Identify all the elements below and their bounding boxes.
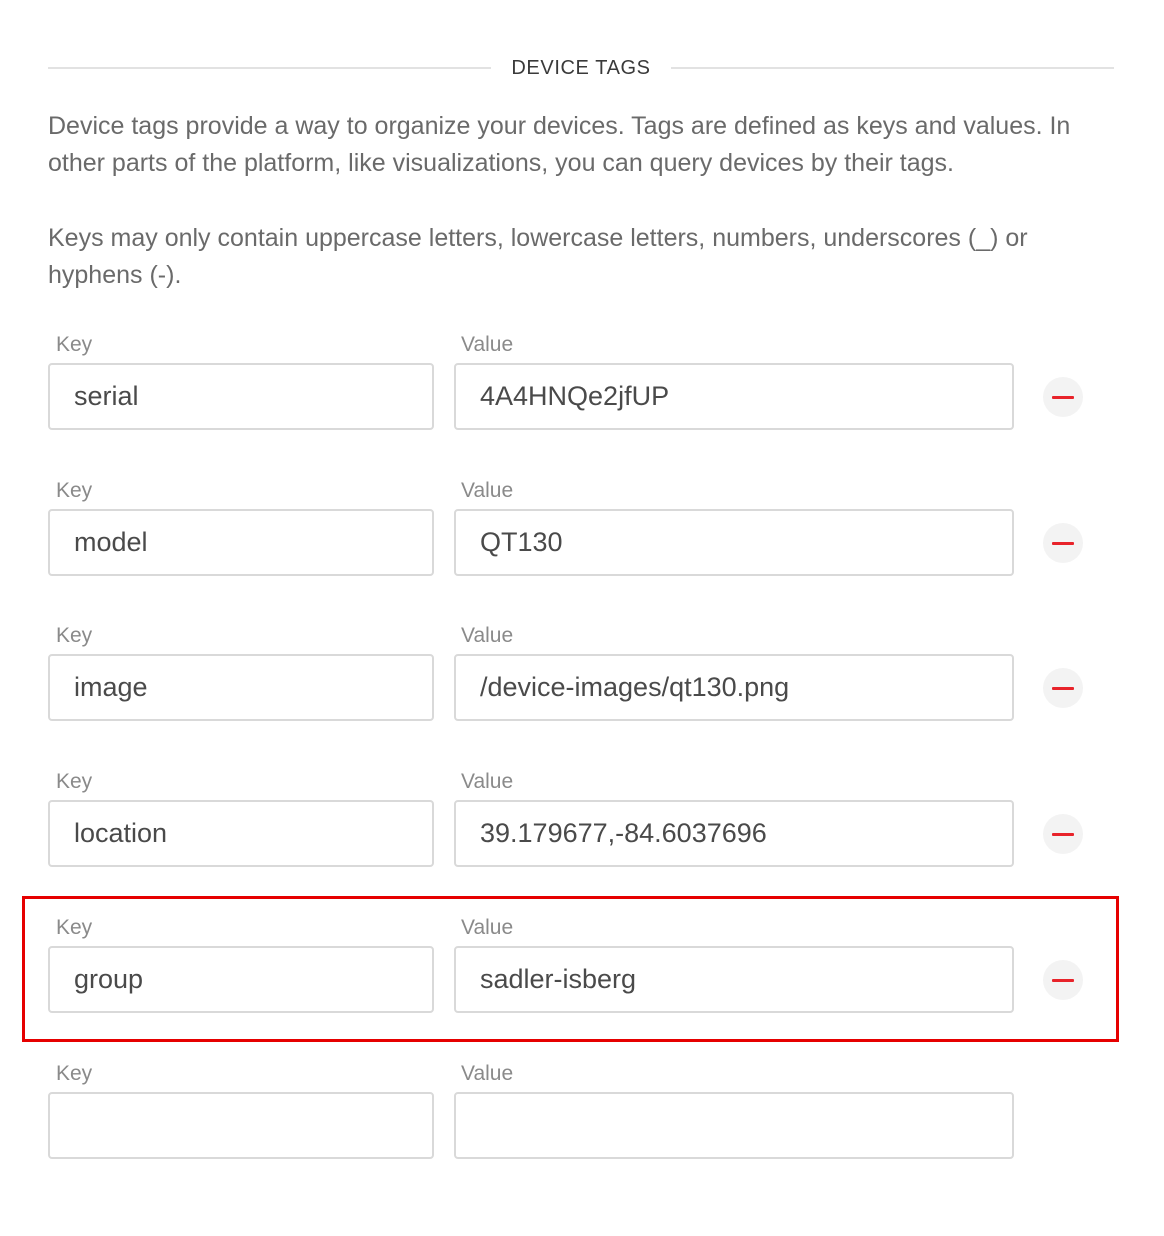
- minus-circle-icon: [1052, 832, 1074, 836]
- tag-row: Key Value: [48, 333, 1114, 453]
- minus-circle-icon: [1052, 541, 1074, 545]
- tag-key-input[interactable]: [48, 363, 434, 430]
- key-label: Key: [56, 624, 93, 647]
- tag-value-input[interactable]: [454, 946, 1014, 1013]
- tag-row: Key Value: [48, 770, 1114, 890]
- key-label: Key: [56, 770, 93, 793]
- tag-value-input[interactable]: [454, 800, 1014, 867]
- tag-key-input[interactable]: [48, 654, 434, 721]
- remove-tag-button[interactable]: [1043, 814, 1083, 854]
- tag-key-input[interactable]: [48, 509, 434, 576]
- remove-tag-button[interactable]: [1043, 377, 1083, 417]
- remove-tag-button[interactable]: [1043, 960, 1083, 1000]
- key-label: Key: [56, 916, 93, 939]
- value-label: Value: [461, 624, 514, 647]
- divider-left: [48, 67, 492, 69]
- value-label: Value: [461, 916, 514, 939]
- value-label: Value: [461, 479, 514, 502]
- section-header: DEVICE TAGS: [48, 52, 1115, 84]
- minus-circle-icon: [1052, 978, 1074, 982]
- remove-tag-button[interactable]: [1043, 668, 1083, 708]
- new-tag-key-input[interactable]: [48, 1092, 434, 1159]
- section-title: DEVICE TAGS: [511, 56, 651, 79]
- value-label: Value: [461, 1062, 514, 1085]
- minus-circle-icon: [1052, 686, 1074, 690]
- new-tag-value-input[interactable]: [454, 1092, 1014, 1159]
- tag-key-input[interactable]: [48, 800, 434, 867]
- device-tags-page: DEVICE TAGS Device tags provide a way to…: [0, 0, 1164, 1236]
- tag-row: Key Value: [48, 479, 1114, 599]
- tag-key-input[interactable]: [48, 946, 434, 1013]
- tag-value-input[interactable]: [454, 363, 1014, 430]
- tag-row-highlighted: Key Value: [48, 916, 1114, 1036]
- value-label: Value: [461, 333, 514, 356]
- key-label: Key: [56, 333, 93, 356]
- value-label: Value: [461, 770, 514, 793]
- minus-circle-icon: [1052, 395, 1074, 399]
- description-paragraph: Device tags provide a way to organize yo…: [48, 112, 1071, 177]
- new-tag-row: Key Value: [48, 1062, 1114, 1182]
- key-label: Key: [56, 479, 93, 502]
- divider-right: [670, 67, 1115, 69]
- key-rules-paragraph: Keys may only contain uppercase letters,…: [48, 224, 1028, 289]
- tag-value-input[interactable]: [454, 654, 1014, 721]
- tag-value-input[interactable]: [454, 509, 1014, 576]
- key-label: Key: [56, 1062, 93, 1085]
- remove-tag-button[interactable]: [1043, 523, 1083, 563]
- tag-row: Key Value: [48, 624, 1114, 744]
